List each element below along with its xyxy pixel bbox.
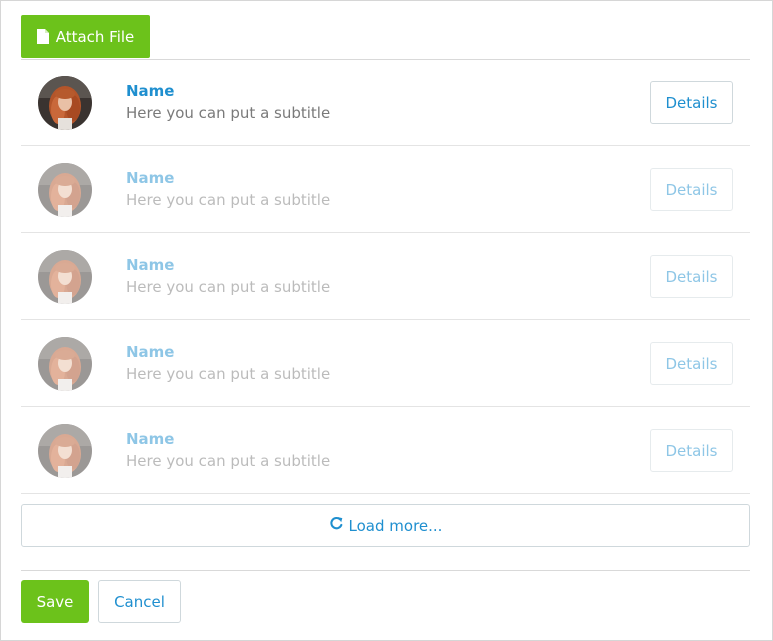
item-name[interactable]: Name <box>126 343 174 361</box>
details-button[interactable]: Details <box>650 81 733 124</box>
avatar <box>38 337 92 391</box>
attach-file-label: Attach File <box>55 27 135 46</box>
details-button[interactable]: Details <box>650 255 733 298</box>
load-more-button[interactable]: Load more... <box>21 504 750 547</box>
item-subtitle: Here you can put a subtitle <box>126 191 331 209</box>
item-name[interactable]: Name <box>126 430 174 448</box>
item-subtitle: Here you can put a subtitle <box>126 104 331 122</box>
avatar <box>38 250 92 304</box>
attach-file-button[interactable]: Attach File <box>21 15 150 58</box>
avatar <box>38 424 92 478</box>
refresh-icon <box>329 516 344 535</box>
details-button[interactable]: Details <box>650 342 733 385</box>
cancel-button[interactable]: Cancel <box>98 580 181 623</box>
people-list: Name Here you can put a subtitle Details… <box>21 59 750 494</box>
avatar <box>38 76 92 130</box>
item-name[interactable]: Name <box>126 169 174 187</box>
load-more-label: Load more... <box>348 516 443 535</box>
item-subtitle: Here you can put a subtitle <box>126 452 331 470</box>
item-name[interactable]: Name <box>126 82 174 100</box>
list-item: Name Here you can put a subtitle Details <box>21 59 750 146</box>
item-name[interactable]: Name <box>126 256 174 274</box>
file-icon <box>36 29 49 44</box>
list-item: Name Here you can put a subtitle Details <box>21 233 750 320</box>
details-button[interactable]: Details <box>650 429 733 472</box>
save-button[interactable]: Save <box>21 580 89 623</box>
panel: Attach File Name Here you can put a subt… <box>0 0 773 641</box>
list-item: Name Here you can put a subtitle Details <box>21 407 750 494</box>
avatar <box>38 163 92 217</box>
list-item: Name Here you can put a subtitle Details <box>21 320 750 407</box>
list-item: Name Here you can put a subtitle Details <box>21 146 750 233</box>
item-subtitle: Here you can put a subtitle <box>126 365 331 383</box>
details-button[interactable]: Details <box>650 168 733 211</box>
bottom-divider <box>21 570 750 571</box>
item-subtitle: Here you can put a subtitle <box>126 278 331 296</box>
